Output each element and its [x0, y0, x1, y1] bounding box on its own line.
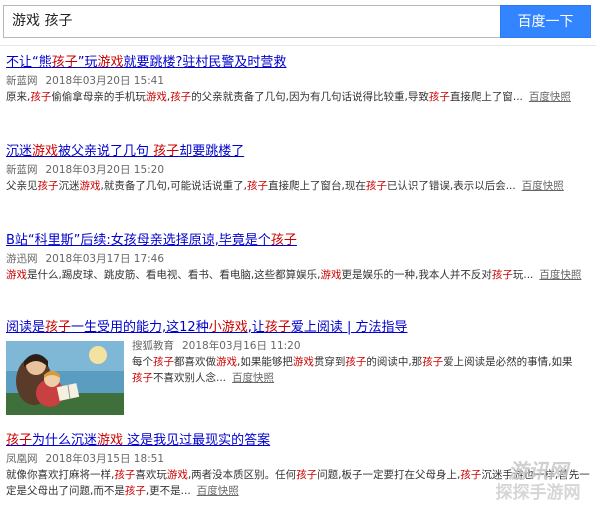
result-source: 新蓝网: [6, 164, 38, 176]
result-title-link[interactable]: B站“科里斯”后续:女孩母亲选择原谅,毕竟是个孩子: [6, 232, 591, 249]
result-title-link[interactable]: 阅读是孩子一生受用的能力,这12种小游戏,让孩子爱上阅读 | 方法指导: [6, 319, 591, 336]
result-meta: 凤凰网 2018年03月15日 18:51: [6, 452, 591, 467]
result-body: 搜狐教育 2018年03月16日 11:20 每个孩子都喜欢做游戏,如果能够把游戏…: [132, 339, 582, 386]
result-title-link[interactable]: 孩子为什么沉迷游戏 这是我见过最现实的答案: [6, 432, 591, 449]
parent-child-reading-illustration: [6, 341, 124, 415]
result-description: 原来,孩子偷偷拿母亲的手机玩游戏,孩子的父亲就责备了几句,因为有几句话说得比较重…: [6, 91, 571, 103]
result-description: 就像你喜欢打麻将一样,孩子喜欢玩游戏,两者没本质区别。任何孩子问题,板子一定要打…: [6, 469, 590, 497]
search-result: 孩子为什么沉迷游戏 这是我见过最现实的答案 凤凰网 2018年03月15日 18:…: [6, 432, 591, 499]
result-description: 游戏是什么,踢皮球、跳皮筋、看电视、看书、看电脑,这些都算娱乐,游戏更是娱乐的一…: [6, 269, 582, 281]
search-result: 阅读是孩子一生受用的能力,这12种小游戏,让孩子爱上阅读 | 方法指导 搜狐教育…: [6, 319, 591, 415]
result-date: 2018年03月15日 18:51: [45, 453, 165, 465]
result-thumbnail[interactable]: [6, 341, 124, 415]
snapshot-link[interactable]: 百度快照: [539, 269, 581, 281]
search-bar: 游戏 孩子 百度一下: [3, 5, 591, 38]
divider: [0, 45, 596, 46]
snapshot-link[interactable]: 百度快照: [232, 372, 274, 384]
snapshot-link[interactable]: 百度快照: [529, 91, 571, 103]
result-description: 每个孩子都喜欢做游戏,如果能够把游戏贯穿到孩子的阅读中,那孩子爱上阅读是必然的事…: [132, 356, 573, 384]
result-source: 搜狐教育: [132, 340, 174, 352]
search-result: 沉迷游戏被父亲说了几句 孩子却要跳楼了 新蓝网 2018年03月20日 15:20…: [6, 143, 591, 194]
snapshot-link[interactable]: 百度快照: [522, 180, 564, 192]
result-meta: 游迅网 2018年03月17日 17:46: [6, 252, 591, 267]
result-date: 2018年03月20日 15:41: [45, 75, 165, 87]
result-title-link[interactable]: 沉迷游戏被父亲说了几句 孩子却要跳楼了: [6, 143, 591, 160]
result-meta: 搜狐教育 2018年03月16日 11:20: [132, 339, 582, 354]
result-meta: 新蓝网 2018年03月20日 15:20: [6, 163, 591, 178]
result-source: 新蓝网: [6, 75, 38, 87]
result-date: 2018年03月17日 17:46: [45, 253, 165, 265]
search-result: B站“科里斯”后续:女孩母亲选择原谅,毕竟是个孩子 游迅网 2018年03月17日…: [6, 232, 591, 283]
result-source: 游迅网: [6, 253, 38, 265]
result-date: 2018年03月16日 11:20: [182, 340, 301, 352]
result-date: 2018年03月20日 15:20: [45, 164, 165, 176]
search-input[interactable]: 游戏 孩子: [3, 5, 500, 38]
result-description: 父亲见孩子沉迷游戏,就责备了几句,可能说话说重了,孩子直接爬上了窗台,现在孩子已…: [6, 180, 564, 192]
search-button[interactable]: 百度一下: [500, 5, 591, 38]
search-result: 不让“熊孩子”玩游戏就要跳楼?驻村民警及时营救 新蓝网 2018年03月20日 1…: [6, 54, 591, 105]
snapshot-link[interactable]: 百度快照: [197, 485, 239, 497]
result-source: 凤凰网: [6, 453, 38, 465]
result-title-link[interactable]: 不让“熊孩子”玩游戏就要跳楼?驻村民警及时营救: [6, 54, 591, 71]
result-meta: 新蓝网 2018年03月20日 15:41: [6, 74, 591, 89]
